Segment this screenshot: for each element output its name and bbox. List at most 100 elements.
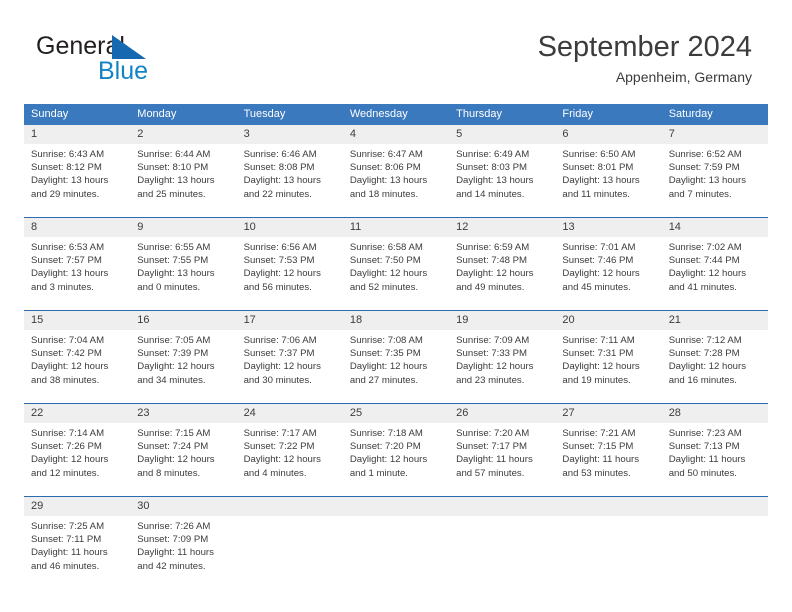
day-cell-26[interactable]: 26 Sunrise: 7:20 AM Sunset: 7:17 PM Dayligh… — [449, 404, 556, 489]
weekday-header-monday: Monday — [137, 108, 177, 120]
day-details: Sunrise: 7:23 AM Sunset: 7:13 PM Daylight:… — [662, 423, 768, 486]
daylight-text-line1: Daylight: 13 hours — [137, 175, 215, 187]
day-details: Sunrise: 7:01 AM Sunset: 7:46 PM Daylight:… — [555, 237, 661, 300]
day-cell-16[interactable]: 16 Sunrise: 7:05 AM Sunset: 7:39 PM Dayligh… — [130, 311, 237, 396]
day-cell-empty — [342, 497, 450, 582]
day-cell-24[interactable]: 24 Sunrise: 7:17 AM Sunset: 7:22 PM Dayligh… — [236, 404, 343, 489]
day-number: 29 — [24, 497, 131, 516]
daylight-text-line1: Daylight: 11 hours — [137, 547, 214, 559]
day-number: 28 — [661, 404, 768, 423]
daylight-text-line1: Daylight: 12 hours — [243, 268, 321, 280]
sunrise-text: Sunrise: 6:52 AM — [668, 149, 742, 160]
daylight-text-line1: Daylight: 12 hours — [137, 454, 215, 466]
sunset-text: Sunset: 7:20 PM — [349, 441, 421, 453]
daylight-text-line1: Daylight: 12 hours — [349, 454, 428, 466]
day-cell-30[interactable]: 30 Sunrise: 7:26 AM Sunset: 7:09 PM Dayligh… — [130, 497, 237, 582]
day-number — [449, 497, 556, 516]
sunset-text: Sunset: 7:33 PM — [456, 348, 528, 360]
daylight-text-line1: Daylight: 11 hours — [562, 454, 640, 466]
daylight-text-line2: and 4 minutes. — [243, 467, 307, 479]
sunset-text: Sunset: 8:08 PM — [243, 162, 315, 174]
daylight-text-line2: and 53 minutes. — [562, 467, 631, 479]
sunset-text: Sunset: 8:10 PM — [137, 162, 209, 174]
calendar-weeks: 1 Sunrise: 6:43 AM Sunset: 8:12 PM Daylight… — [24, 125, 768, 582]
sunrise-text: Sunrise: 7:17 AM — [243, 428, 317, 439]
day-cell-22[interactable]: 22 Sunrise: 7:14 AM Sunset: 7:26 PM Dayligh… — [24, 404, 131, 489]
day-cell-19[interactable]: 19 Sunrise: 7:09 AM Sunset: 7:33 PM Dayligh… — [449, 311, 556, 396]
day-cell-14[interactable]: 14 Sunrise: 7:02 AM Sunset: 7:44 PM Dayligh… — [661, 218, 768, 303]
day-cell-8[interactable]: 8 Sunrise: 6:53 AM Sunset: 7:57 PM Daylight… — [24, 218, 131, 303]
day-cell-6[interactable]: 6 Sunrise: 6:50 AM Sunset: 8:01 PM Daylight… — [555, 125, 662, 210]
day-details: Sunrise: 6:52 AM Sunset: 7:59 PM Daylight:… — [662, 144, 768, 207]
daylight-text-line2: and 46 minutes. — [31, 560, 100, 572]
daylight-text-line2: and 56 minutes. — [243, 281, 312, 293]
sunrise-text: Sunrise: 7:14 AM — [31, 428, 105, 439]
calendar-week-row: 29 Sunrise: 7:25 AM Sunset: 7:11 PM Dayligh… — [24, 496, 768, 582]
day-cell-13[interactable]: 13 Sunrise: 7:01 AM Sunset: 7:46 PM Dayligh… — [555, 218, 662, 303]
sunrise-text: Sunrise: 7:06 AM — [243, 335, 317, 346]
daylight-text-line2: and 0 minutes. — [137, 281, 201, 293]
day-cell-7[interactable]: 7 Sunrise: 6:52 AM Sunset: 7:59 PM Daylight… — [661, 125, 768, 210]
sunset-text: Sunset: 7:37 PM — [243, 348, 315, 360]
daylight-text-line2: and 3 minutes. — [31, 281, 94, 293]
day-details: Sunrise: 6:46 AM Sunset: 8:08 PM Daylight:… — [237, 144, 343, 207]
day-details: Sunrise: 7:25 AM Sunset: 7:11 PM Daylight:… — [24, 516, 130, 579]
day-cell-20[interactable]: 20 Sunrise: 7:11 AM Sunset: 7:31 PM Dayligh… — [555, 311, 662, 396]
day-cell-5[interactable]: 5 Sunrise: 6:49 AM Sunset: 8:03 PM Daylight… — [449, 125, 556, 210]
day-number: 26 — [449, 404, 556, 423]
day-cell-4[interactable]: 4 Sunrise: 6:47 AM Sunset: 8:06 PM Daylight… — [342, 125, 450, 210]
day-cell-empty — [449, 497, 556, 582]
sunset-text: Sunset: 8:01 PM — [562, 162, 634, 174]
day-details: Sunrise: 6:49 AM Sunset: 8:03 PM Daylight:… — [449, 144, 555, 207]
title-block: September 2024 Appenheim, Germany — [538, 28, 752, 88]
day-details: Sunrise: 7:11 AM Sunset: 7:31 PM Daylight:… — [555, 330, 661, 393]
day-cell-9[interactable]: 9 Sunrise: 6:55 AM Sunset: 7:55 PM Daylight… — [130, 218, 237, 303]
sunrise-text: Sunrise: 7:26 AM — [137, 521, 211, 532]
day-details: Sunrise: 7:21 AM Sunset: 7:15 PM Daylight:… — [555, 423, 661, 486]
day-cell-21[interactable]: 21 Sunrise: 7:12 AM Sunset: 7:28 PM Dayligh… — [661, 311, 768, 396]
daylight-text-line1: Daylight: 12 hours — [31, 361, 109, 373]
daylight-text-line2: and 50 minutes. — [668, 467, 737, 479]
day-number: 17 — [236, 311, 343, 330]
daylight-text-line1: Daylight: 11 hours — [668, 454, 746, 466]
day-cell-27[interactable]: 27 Sunrise: 7:21 AM Sunset: 7:15 PM Dayligh… — [555, 404, 662, 489]
day-cell-18[interactable]: 18 Sunrise: 7:08 AM Sunset: 7:35 PM Dayligh… — [342, 311, 450, 396]
day-cell-25[interactable]: 25 Sunrise: 7:18 AM Sunset: 7:20 PM Dayligh… — [342, 404, 450, 489]
daylight-text-line2: and 14 minutes. — [456, 188, 525, 200]
day-number: 13 — [555, 218, 662, 237]
sunrise-text: Sunrise: 6:50 AM — [562, 149, 636, 160]
sunrise-text: Sunrise: 7:04 AM — [31, 335, 105, 346]
day-number: 7 — [661, 125, 768, 144]
day-cell-1[interactable]: 1 Sunrise: 6:43 AM Sunset: 8:12 PM Daylight… — [24, 125, 131, 210]
weekday-header-saturday: Saturday — [668, 108, 713, 120]
day-number: 19 — [449, 311, 556, 330]
day-cell-15[interactable]: 15 Sunrise: 7:04 AM Sunset: 7:42 PM Dayligh… — [24, 311, 131, 396]
day-cell-29[interactable]: 29 Sunrise: 7:25 AM Sunset: 7:11 PM Dayligh… — [24, 497, 131, 582]
day-details: Sunrise: 7:17 AM Sunset: 7:22 PM Daylight:… — [237, 423, 343, 486]
day-cell-10[interactable]: 10 Sunrise: 6:56 AM Sunset: 7:53 PM Dayligh… — [236, 218, 343, 303]
sunset-text: Sunset: 8:12 PM — [31, 162, 102, 174]
page-header: General Blue September 2024 Appenheim, G… — [24, 28, 768, 98]
weekday-header-thursday: Thursday — [456, 108, 502, 120]
sunrise-text: Sunrise: 6:47 AM — [349, 149, 423, 160]
day-number: 11 — [342, 218, 450, 237]
day-number: 2 — [130, 125, 237, 144]
daylight-text-line1: Daylight: 11 hours — [456, 454, 533, 466]
daylight-text-line1: Daylight: 11 hours — [31, 547, 108, 559]
day-cell-3[interactable]: 3 Sunrise: 6:46 AM Sunset: 8:08 PM Daylight… — [236, 125, 343, 210]
day-cell-11[interactable]: 11 Sunrise: 6:58 AM Sunset: 7:50 PM Dayligh… — [342, 218, 450, 303]
day-cell-12[interactable]: 12 Sunrise: 6:59 AM Sunset: 7:48 PM Dayligh… — [449, 218, 556, 303]
general-blue-logo[interactable]: General Blue — [36, 32, 266, 94]
sunset-text: Sunset: 7:57 PM — [31, 255, 102, 267]
daylight-text-line2: and 57 minutes. — [456, 467, 525, 479]
sunset-text: Sunset: 7:35 PM — [349, 348, 421, 360]
daylight-text-line2: and 7 minutes. — [668, 188, 732, 200]
day-cell-2[interactable]: 2 Sunrise: 6:44 AM Sunset: 8:10 PM Daylight… — [130, 125, 237, 210]
sunrise-text: Sunrise: 6:44 AM — [137, 149, 211, 160]
day-cell-23[interactable]: 23 Sunrise: 7:15 AM Sunset: 7:24 PM Dayligh… — [130, 404, 237, 489]
day-cell-17[interactable]: 17 Sunrise: 7:06 AM Sunset: 7:37 PM Dayligh… — [236, 311, 343, 396]
day-details: Sunrise: 7:20 AM Sunset: 7:17 PM Daylight:… — [449, 423, 555, 486]
day-cell-28[interactable]: 28 Sunrise: 7:23 AM Sunset: 7:13 PM Dayligh… — [661, 404, 768, 489]
weekday-header-friday: Friday — [562, 108, 593, 120]
sunset-text: Sunset: 7:53 PM — [243, 255, 315, 267]
